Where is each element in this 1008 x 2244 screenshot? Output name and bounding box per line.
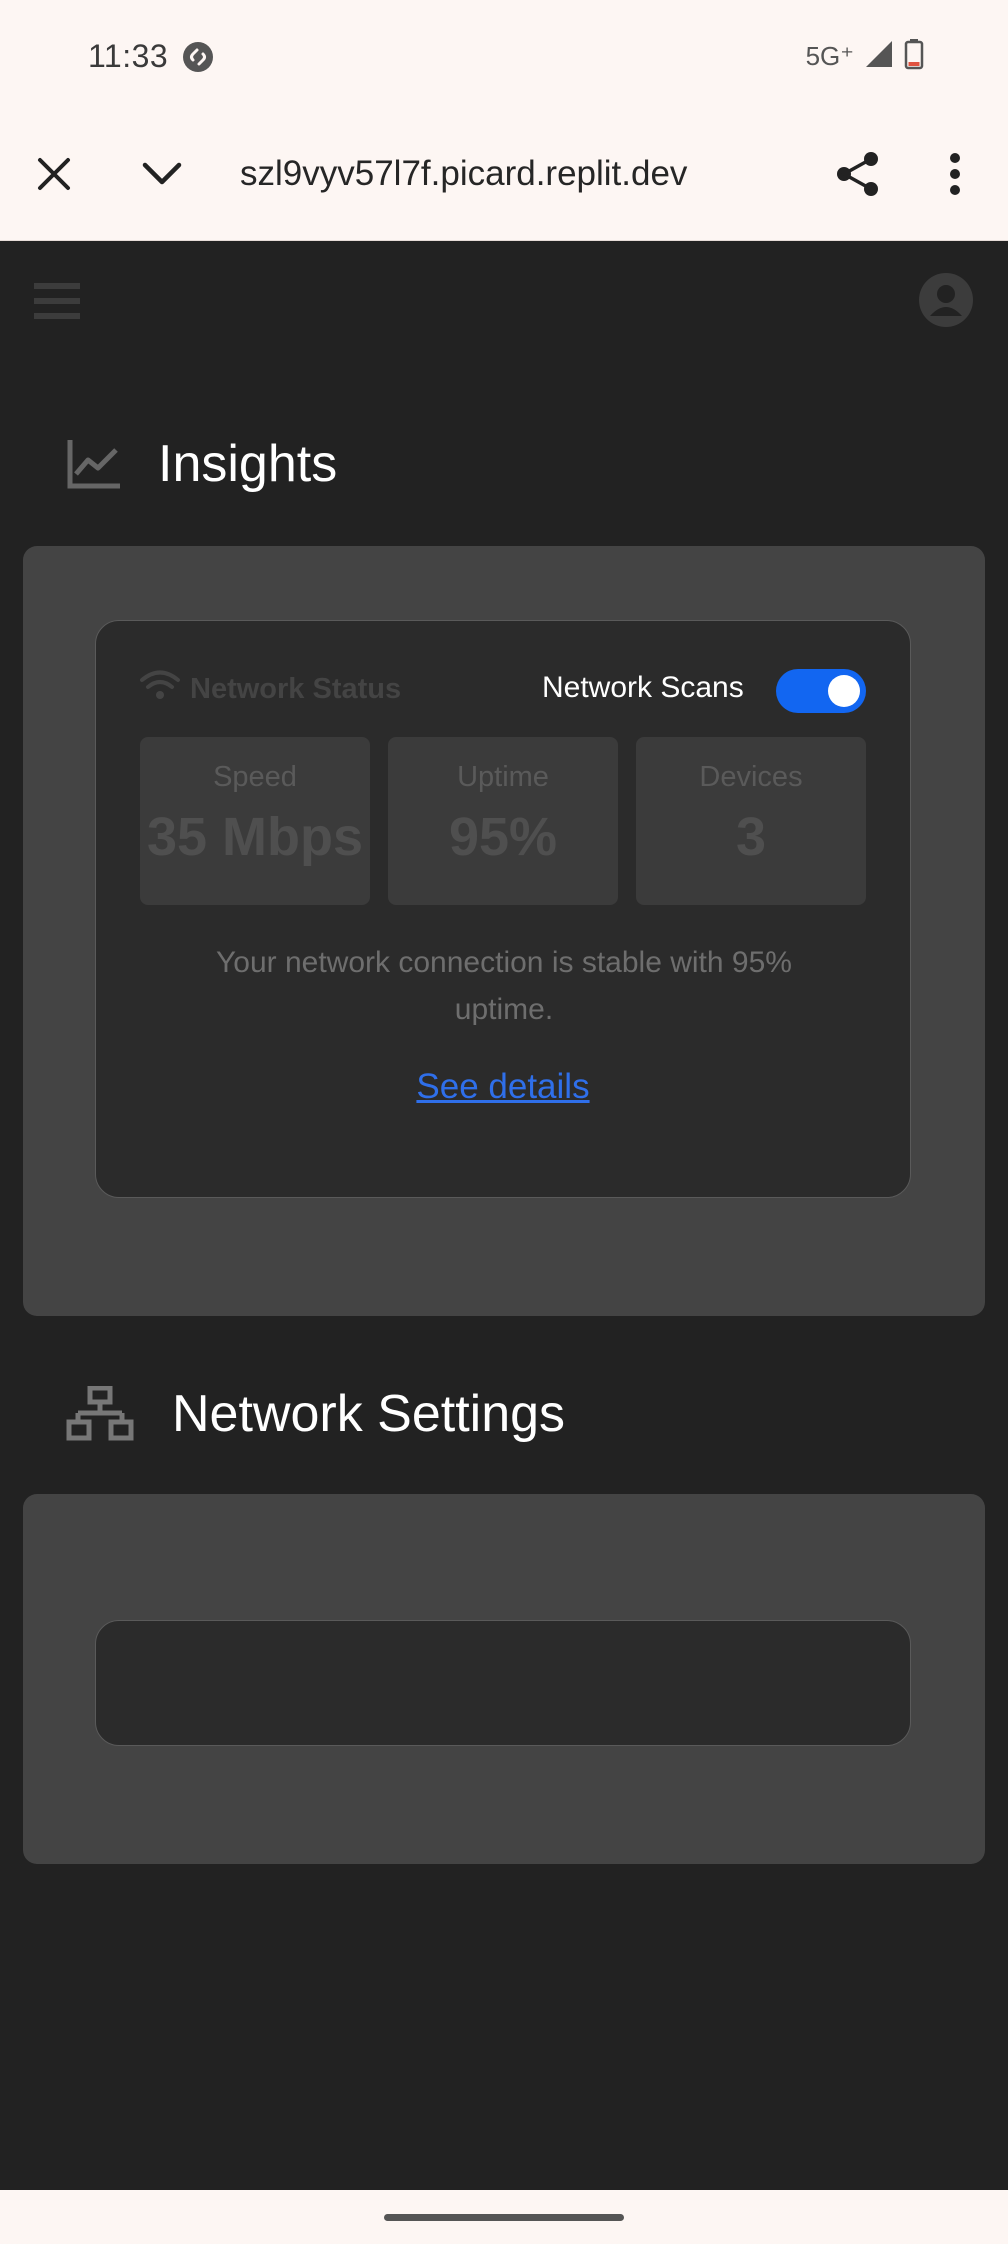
stat-devices: Devices 3 xyxy=(636,737,866,905)
network-scans-toggle[interactable] xyxy=(776,669,866,713)
shazam-icon xyxy=(182,41,214,73)
status-bar: 11:33 5G⁺ xyxy=(0,0,1008,114)
account-icon[interactable] xyxy=(918,272,974,328)
page-title: Insights xyxy=(158,435,338,493)
network-settings-panel xyxy=(23,1494,985,1864)
browser-toolbar: szl9vyv57l7f.picard.replit.dev xyxy=(0,114,1008,241)
close-icon xyxy=(36,156,72,197)
battery-icon xyxy=(904,38,924,75)
menu-icon[interactable] xyxy=(32,276,82,326)
stat-value: 95% xyxy=(448,807,558,867)
more-options-button[interactable] xyxy=(925,146,985,206)
network-scans-label: Network Scans xyxy=(542,671,744,704)
stat-value: 35 Mbps xyxy=(146,807,364,867)
home-indicator[interactable] xyxy=(384,2214,624,2221)
network-tree-icon xyxy=(66,1385,134,1442)
network-settings-title: Network Settings xyxy=(172,1385,566,1443)
minimize-button[interactable] xyxy=(132,146,192,206)
wifi-icon xyxy=(140,669,180,709)
network-summary: Your network connection is stable with 9… xyxy=(216,946,792,1026)
navigation-bar xyxy=(0,2190,1008,2244)
share-icon xyxy=(836,151,880,202)
network-settings-heading: Network Settings xyxy=(66,1384,565,1444)
stat-value: 3 xyxy=(735,807,767,867)
status-indicators: 5G⁺ xyxy=(806,38,924,75)
url-bar[interactable]: szl9vyv57l7f.picard.replit.dev xyxy=(240,154,720,194)
stat-speed: Speed 35 Mbps xyxy=(140,737,370,905)
chart-line-icon xyxy=(66,436,122,492)
network-status-title: Network Status xyxy=(190,672,402,705)
insights-heading: Insights xyxy=(66,434,337,494)
close-tab-button[interactable] xyxy=(24,146,84,206)
stat-label: Speed xyxy=(213,761,297,793)
network-type: 5G⁺ xyxy=(805,41,854,71)
see-details-link-text[interactable]: See details xyxy=(416,1067,589,1106)
network-status-card: Network Status Network Scans Speed 35 Mb… xyxy=(95,620,911,1198)
share-button[interactable] xyxy=(828,146,888,206)
network-settings-card xyxy=(95,1620,911,1746)
toggle-knob xyxy=(828,675,860,707)
stat-label: Devices xyxy=(699,761,803,793)
network-status-header: Network Status xyxy=(140,669,401,709)
status-time: 11:33 xyxy=(88,38,169,74)
see-details-link: See details xyxy=(96,1067,910,1107)
more-vert-icon xyxy=(949,152,961,200)
chevron-down-icon xyxy=(142,161,182,192)
insights-panel: Network Status Network Scans Speed 35 Mb… xyxy=(23,546,985,1316)
signal-icon xyxy=(864,39,894,74)
stat-label: Uptime xyxy=(457,761,549,793)
stat-uptime: Uptime 95% xyxy=(388,737,618,905)
